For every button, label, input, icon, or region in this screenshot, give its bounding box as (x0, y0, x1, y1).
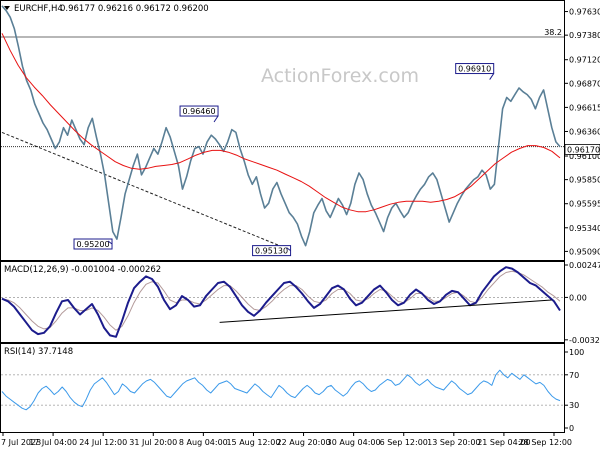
annotation-label-0: 0.96460 (182, 107, 215, 116)
macd-y-tick-label: 0.00 (569, 293, 587, 302)
rsi-y-tick-label: 70 (569, 371, 579, 380)
price-series-line (1, 5, 561, 247)
x-tick-label: 17 Jul 04:00 (29, 438, 77, 447)
x-tick-label: 15 Aug 12:00 (226, 438, 280, 447)
chart-canvas: ActionForex.com EURCHF,H4 0.96177 0.9621… (0, 0, 600, 447)
price-y-tick-label: 0.96870 (569, 79, 600, 88)
ohlc-values: 0.96177 0.96216 0.96172 0.96200 (60, 4, 209, 14)
x-tick-label: 6 Sep 12:00 (380, 438, 428, 447)
price-y-tick-label: 0.95340 (569, 224, 600, 233)
annotation-label-3: 0.96910 (458, 65, 491, 74)
price-y-tick-label: 0.95090 (569, 247, 600, 256)
symbol-label: EURCHF,H4 (14, 4, 63, 14)
price-y-tick-label: 0.97380 (569, 31, 600, 40)
x-tick-label: 30 Aug 04:00 (327, 438, 381, 447)
price-layer: 38.2 0.96460 0.95200 0.95130 0.96910 (1, 5, 564, 257)
macd-title: MACD(12,26,9) -0.001004 -0.000262 (4, 265, 161, 275)
annotation-label-1: 0.95200 (76, 240, 109, 249)
price-y-tick-label: 0.95850 (569, 176, 600, 185)
chart-window: ActionForex.com EURCHF,H4 0.96177 0.9621… (0, 0, 600, 450)
current-price-label: 0.96170 (567, 145, 600, 154)
fib-38-label: 38.2 (544, 28, 562, 37)
x-tick-label: 8 Aug 04:00 (179, 438, 228, 447)
x-tick-label: 24 Jul 12:00 (79, 438, 127, 447)
rsi-layer (1, 369, 564, 411)
annotation-pointer-0 (213, 115, 219, 123)
price-y-tick-label: 0.95595 (569, 200, 600, 209)
descending-trendline (1, 131, 287, 250)
annotation-pointer-3 (489, 73, 495, 80)
rsi-y-tick-label: 30 (569, 401, 579, 410)
price-panel-frame (0, 0, 565, 261)
rsi-title: RSI(14) 37.7148 (4, 347, 73, 357)
watermark: ActionForex.com (261, 65, 419, 87)
x-tick-label: 28 Sep 12:00 (519, 438, 572, 447)
macd-main-line (1, 266, 561, 338)
rsi-line (1, 369, 561, 411)
price-y-tick-label: 0.96360 (569, 127, 600, 136)
moving-average-line (1, 33, 561, 213)
rsi-y-tick-label: 0 (569, 424, 574, 433)
price-y-tick-label: 0.97120 (569, 56, 600, 65)
price-y-tick-label: 0.96615 (569, 103, 600, 112)
price-y-tick-label: 0.97630 (569, 8, 600, 17)
rsi-y-tick-label: 100 (569, 348, 584, 357)
macd-layer (1, 266, 564, 338)
x-tick-label: 13 Sep 20:00 (427, 438, 480, 447)
x-tick-label: 22 Aug 20:00 (277, 438, 331, 447)
x-tick-label: 31 Jul 20:00 (129, 438, 177, 447)
macd-y-tick-label: -0.003235 (569, 336, 600, 345)
macd-y-tick-label: 0.002471 (569, 261, 600, 270)
annotation-label-2: 0.95130 (255, 247, 288, 256)
